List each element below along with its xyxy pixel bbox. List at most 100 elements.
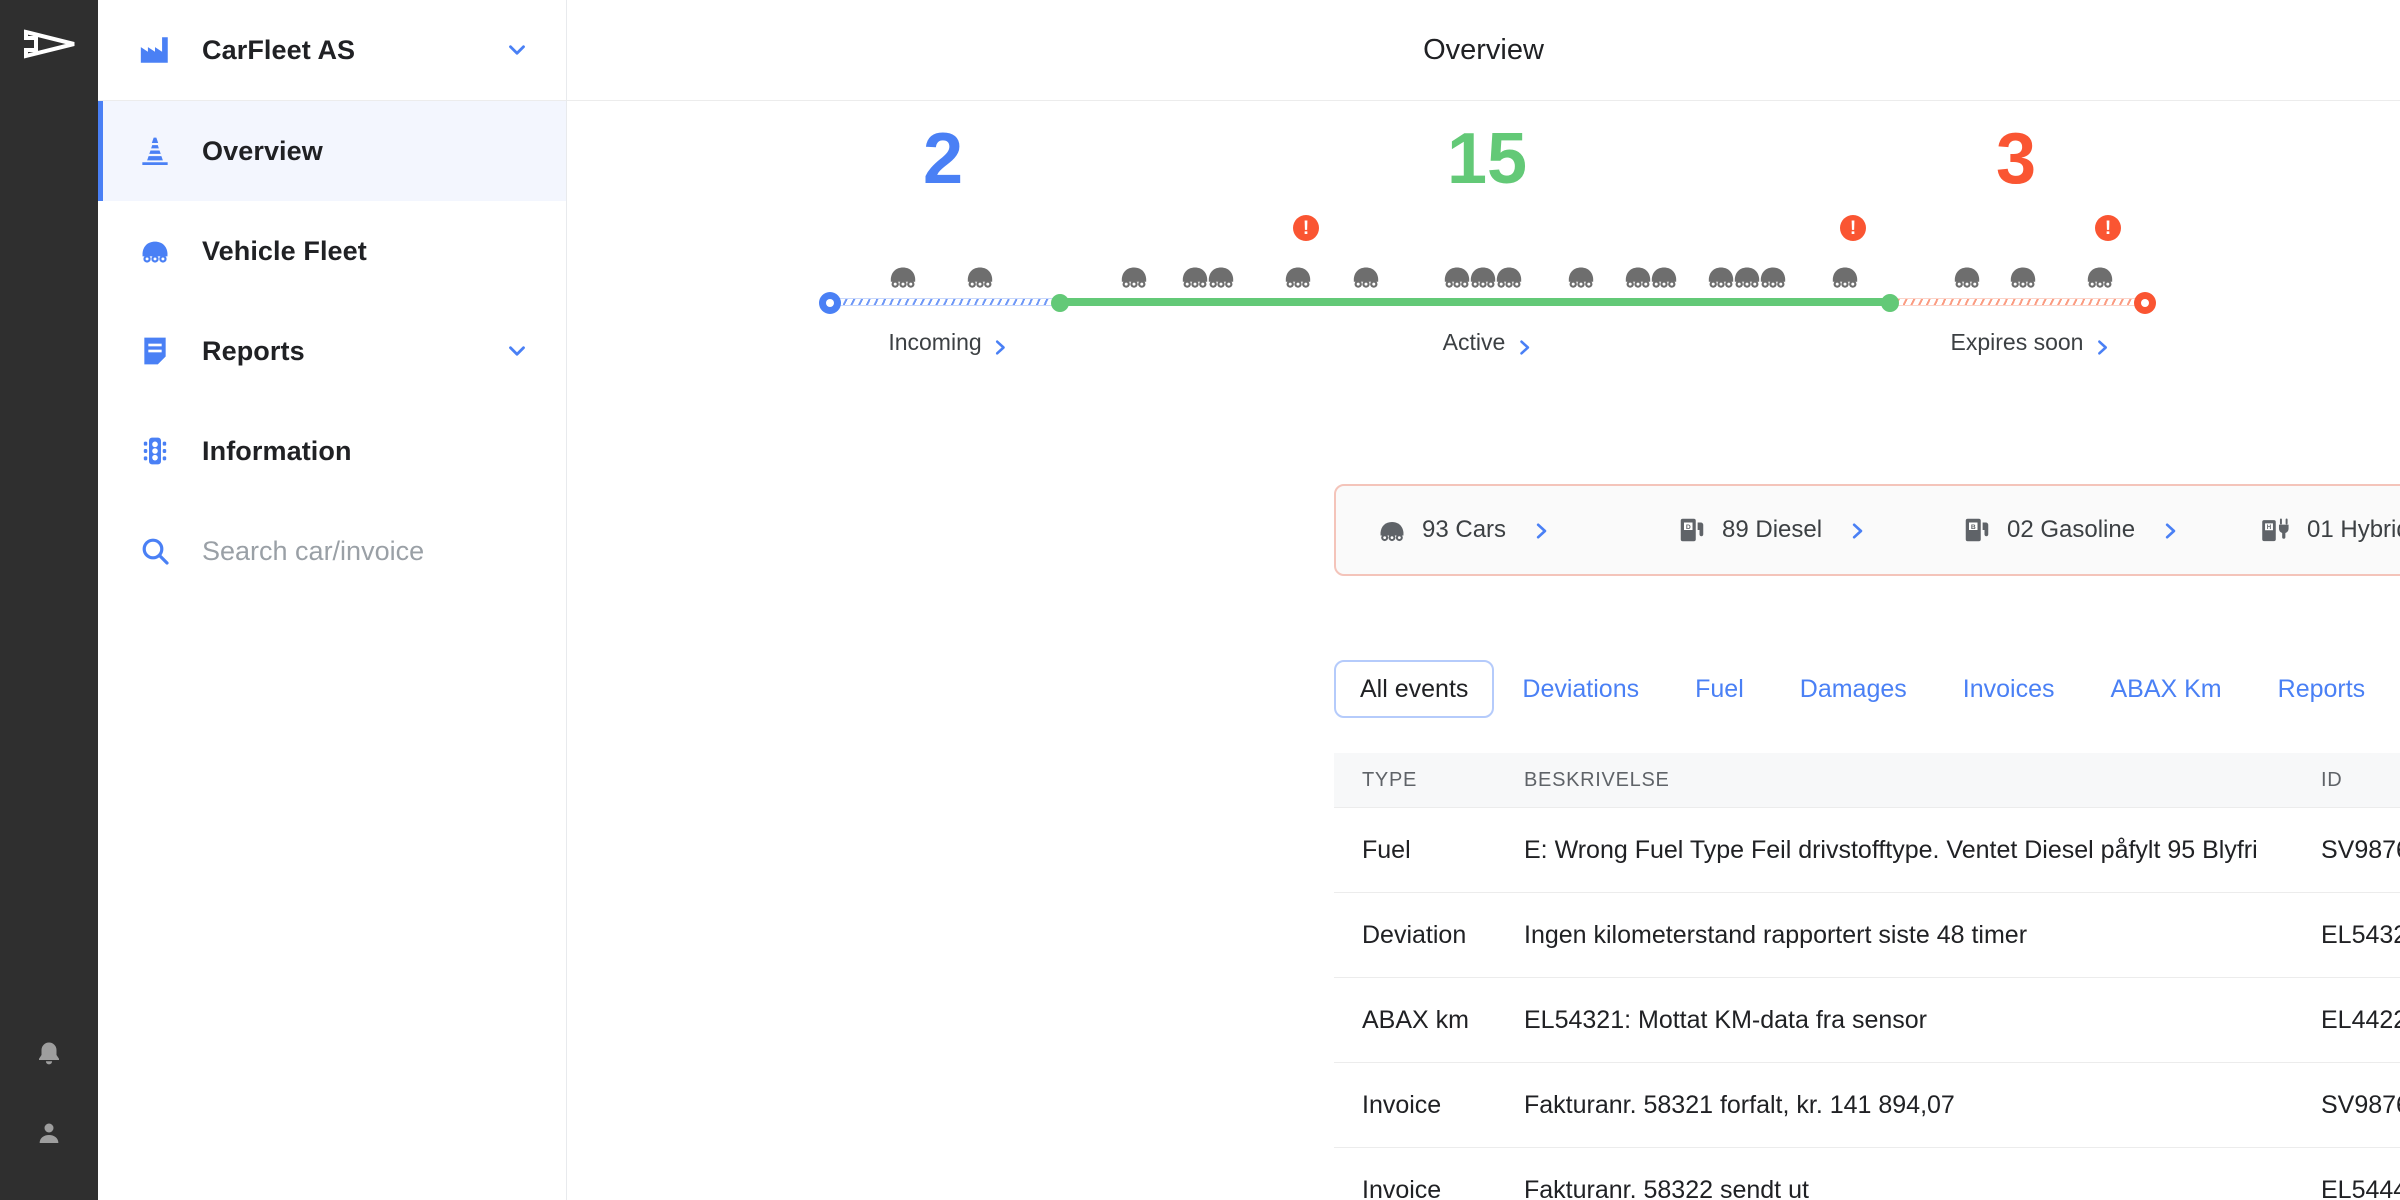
cell-type: ABAX km (1362, 1005, 1469, 1034)
timeline-link-expires_soon[interactable]: Expires soon (1951, 329, 2110, 356)
app-root: CarFleet AS Overview Vehicle Fleet Repor… (0, 0, 2400, 1200)
traffic-cone-icon (138, 134, 172, 168)
sidebar-item-label: Overview (202, 135, 323, 166)
timeline-node-dot (1881, 294, 1899, 312)
timeline-segment-solid (1060, 298, 1890, 306)
tab-support[interactable]: Support (2393, 660, 2400, 718)
timeline-car-icon (963, 263, 997, 289)
cell-type: Invoice (1362, 1090, 1442, 1119)
tab-fuel[interactable]: Fuel (1667, 660, 1772, 718)
timeline-link-incoming[interactable]: Incoming (888, 329, 1007, 356)
tab-deviations[interactable]: Deviations (1494, 660, 1667, 718)
timeline-car-icon (1756, 263, 1790, 289)
timeline-segment-hatch-orange (1890, 298, 2145, 306)
table-row[interactable]: Invoice Fakturanr. 58321 forfalt, kr. 141… (1334, 1062, 2400, 1147)
rail-bottom-icons (0, 1016, 98, 1172)
car-icon (1376, 514, 1408, 546)
fuel-item-hybrid[interactable]: H 01 Hybrid (2261, 486, 2400, 574)
cell-id: SV98765 (2321, 835, 2400, 864)
chevron-down-icon[interactable] (504, 338, 530, 364)
table-body: Fuel E: Wrong Fuel Type Feil drivstofftyp… (1334, 807, 2400, 1200)
cell-description: Ingen kilometerstand rapportert siste 48… (1524, 920, 2028, 949)
svg-text:H: H (2267, 524, 2272, 531)
sidebar-item-overview[interactable]: Overview (98, 101, 566, 201)
alert-badge-icon: ! (1840, 215, 1866, 241)
lifecycle-timeline: 2 15 3 !!! Incoming Active Expires soon (567, 101, 2400, 421)
diesel-pump-icon: D (1676, 514, 1708, 546)
svg-text:B: B (1971, 524, 1976, 531)
timeline-counts: 2 15 3 (567, 101, 2400, 221)
timeline-node-ring (2134, 292, 2156, 314)
chevron-right-icon[interactable] (1848, 522, 1864, 539)
chevron-right-icon (992, 335, 1008, 355)
timeline-car-icon (1492, 263, 1526, 289)
tab-all-events[interactable]: All events (1334, 660, 1495, 718)
timeline-car-icon (1950, 263, 1984, 289)
timeline-car-icon (1828, 263, 1862, 289)
tab-invoices[interactable]: Invoices (1935, 660, 2083, 718)
fuel-item-label: 93 Cars (1422, 516, 1507, 543)
column-header-type[interactable]: TYPE (1334, 769, 1494, 792)
timeline-labels: Incoming Active Expires soon (567, 315, 2400, 361)
chevron-right-icon[interactable] (2161, 522, 2177, 539)
timeline-segment-hatch-blue (830, 298, 1060, 306)
column-header-description[interactable]: BESKRIVELSE (1494, 769, 2321, 792)
notifications-bell-icon[interactable] (0, 1016, 98, 1094)
sidebar-item-label: Information (202, 435, 352, 466)
timeline-link-label: Active (1442, 329, 1506, 355)
timeline-car-icon (2006, 263, 2040, 289)
sidebar-item-reports[interactable]: Reports (98, 301, 566, 401)
fuel-item-label: 02 Gasoline (2007, 516, 2136, 543)
timeline-car-icon (1564, 263, 1598, 289)
org-name: CarFleet AS (202, 34, 356, 65)
chevron-right-icon (1515, 335, 1531, 355)
sidebar-item-label: Reports (202, 335, 305, 366)
sidebar-item-vehicle-fleet[interactable]: Vehicle Fleet (98, 201, 566, 301)
timeline-car-icon (886, 263, 920, 289)
table-row[interactable]: Deviation Ingen kilometerstand rapportert… (1334, 892, 2400, 977)
user-account-icon[interactable] (0, 1094, 98, 1172)
sidebar-item-information[interactable]: Information (98, 401, 566, 501)
fuel-item-gasoline[interactable]: B 02 Gasoline (1961, 486, 2177, 574)
cell-id: EL54321 (2321, 920, 2400, 949)
org-switcher[interactable]: CarFleet AS (98, 0, 566, 101)
timeline-link-active[interactable]: Active (1443, 329, 1532, 356)
tab-damages[interactable]: Damages (1772, 660, 1935, 718)
factory-icon (138, 33, 172, 67)
column-header-id[interactable]: ID (2321, 769, 2400, 792)
tab-reports[interactable]: Reports (2250, 660, 2394, 718)
document-icon (138, 334, 172, 368)
timeline-node-ring (819, 292, 841, 314)
chevron-down-icon[interactable] (504, 37, 530, 63)
table-row[interactable]: ABAX km EL54321: Mottat KM-data fra senso… (1334, 977, 2400, 1062)
cell-id: SV98765 (2321, 1090, 2400, 1119)
alert-badge-icon: ! (2095, 215, 2121, 241)
timeline-car-icons: !!! (567, 215, 2400, 289)
search-input[interactable] (202, 535, 530, 567)
fuel-item-diesel[interactable]: D 89 Diesel (1676, 486, 1864, 574)
car-icon (138, 234, 172, 268)
cell-id: EL44223 (2321, 1005, 2400, 1034)
cell-description: Fakturanr. 58321 forfalt, kr. 141 894,07 (1524, 1090, 1955, 1119)
timeline-car-icon (1117, 263, 1151, 289)
timeline-car-icon (1204, 263, 1238, 289)
timeline-link-label: Incoming (888, 329, 982, 355)
tab-abax-km[interactable]: ABAX Km (2082, 660, 2249, 718)
sidebar: CarFleet AS Overview Vehicle Fleet Repor… (98, 0, 567, 1200)
table-row[interactable]: InvoiceFakturanr. 58322 sendt utEL544441… (1334, 1147, 2400, 1200)
timeline-count-active: 15 (1446, 119, 1528, 199)
fuel-type-summary-bar: 93 Cars D89 Diesel B 02 Gasoline H01 Hybrid 0… (1334, 484, 2400, 576)
cell-type: Invoice (1362, 1175, 1442, 1200)
sidebar-search[interactable] (98, 501, 566, 601)
timeline-car-icon (1349, 263, 1383, 289)
chevron-right-icon[interactable] (1532, 522, 1548, 539)
search-icon (138, 534, 172, 568)
fuel-item-cars[interactable]: 93 Cars (1376, 486, 1548, 574)
svg-text:D: D (1686, 524, 1691, 531)
table-row[interactable]: Fuel E: Wrong Fuel Type Feil drivstofftyp… (1334, 807, 2400, 892)
timeline-bar (567, 289, 2400, 315)
abax-logo[interactable] (22, 24, 78, 64)
cell-type: Fuel (1362, 835, 1411, 864)
table-header-row: TYPE BESKRIVELSE ID TIDSPUNKT (1334, 753, 2400, 807)
events-table: TYPE BESKRIVELSE ID TIDSPUNKT Fuel E: Wro… (1334, 753, 2400, 1200)
